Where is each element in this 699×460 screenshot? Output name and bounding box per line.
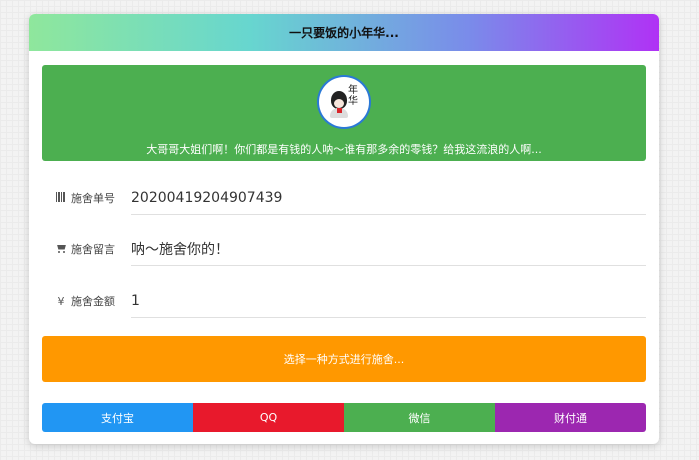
barcode-icon: [55, 191, 67, 205]
amount-field: ¥ 施舍金额 1: [55, 284, 646, 318]
card-header: 一只要饭的小年华...: [29, 14, 659, 51]
qq-pay-button[interactable]: QQ: [193, 403, 344, 432]
seal-icon: [337, 108, 342, 113]
amount-label: ¥ 施舍金额: [55, 293, 131, 309]
banner: 年华 大哥哥大姐们啊！你们都是有钱的人呐～谁有那多余的零钱？给我这流浪的人啊..…: [42, 65, 646, 161]
banner-message: 大哥哥大姐们啊！你们都是有钱的人呐～谁有那多余的零钱？给我这流浪的人啊...: [146, 143, 542, 156]
payment-buttons: 支付宝 QQ 微信 财付通: [42, 403, 646, 432]
avatar: 年华: [319, 77, 369, 127]
alipay-button[interactable]: 支付宝: [42, 403, 193, 432]
wechat-pay-button[interactable]: 微信: [344, 403, 495, 432]
amount-input[interactable]: 1: [131, 284, 646, 318]
order-number-input[interactable]: 20200419204907439: [131, 181, 646, 215]
page-title: 一只要饭的小年华...: [289, 26, 399, 40]
order-number-label: 施舍单号: [55, 190, 131, 206]
message-field: 施舍留言 呐～施舍你的！: [55, 232, 646, 266]
yen-icon: ¥: [57, 294, 65, 308]
message-label: 施舍留言: [55, 241, 131, 257]
avatar-text: 年华: [348, 85, 358, 107]
tenpay-button[interactable]: 财付通: [495, 403, 646, 432]
cart-icon: [55, 243, 67, 256]
order-number-field: 施舍单号 20200419204907439: [55, 181, 646, 215]
avatar-face-icon: [331, 91, 347, 109]
payment-method-prompt[interactable]: 选择一种方式进行施舍...: [42, 336, 646, 382]
message-input[interactable]: 呐～施舍你的！: [131, 232, 646, 266]
